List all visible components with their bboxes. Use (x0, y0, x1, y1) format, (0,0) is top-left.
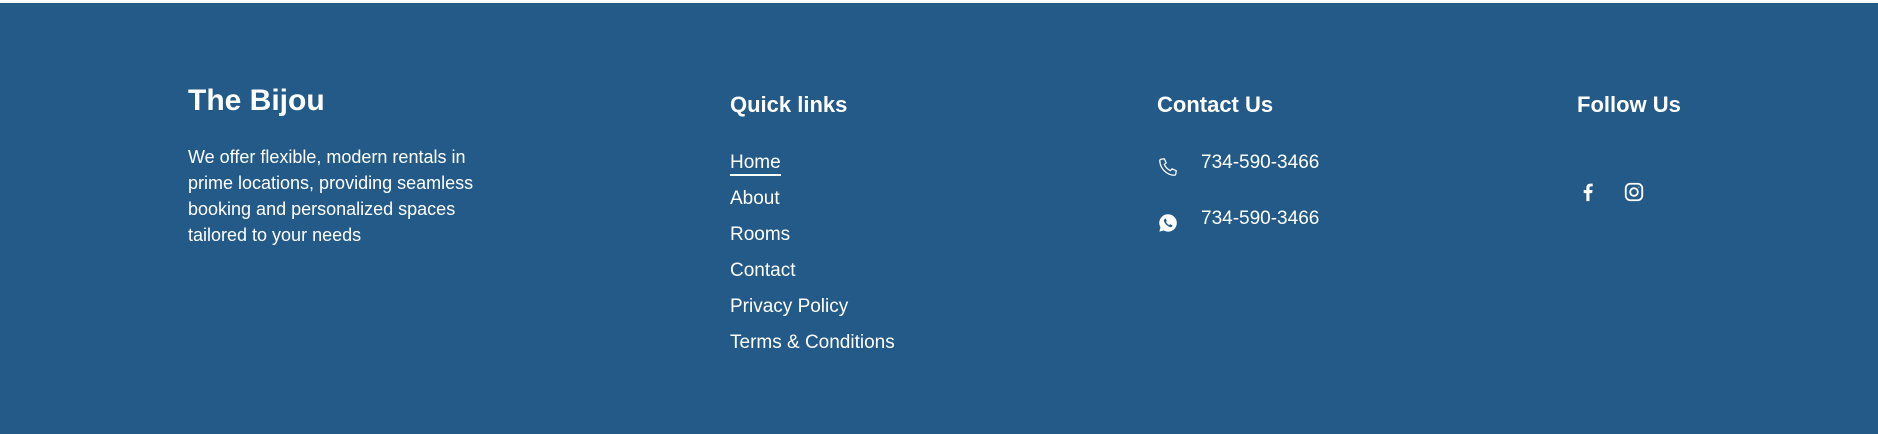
social-links (1577, 181, 1645, 203)
footer-link-privacy-policy[interactable]: Privacy Policy (730, 296, 848, 317)
whatsapp-icon (1157, 212, 1179, 234)
contact-phone-number[interactable]: 734-590-3466 (1201, 149, 1319, 177)
footer-link-home[interactable]: Home (730, 152, 781, 176)
site-footer: The Bijou We offer flexible, modern rent… (0, 3, 1878, 434)
list-item: Home (730, 149, 895, 185)
list-item: Privacy Policy (730, 293, 895, 329)
brand-title: The Bijou (188, 84, 325, 117)
footer-link-rooms[interactable]: Rooms (730, 224, 790, 245)
contact-heading: Contact Us (1157, 92, 1274, 117)
footer-link-terms-conditions[interactable]: Terms & Conditions (730, 332, 895, 353)
contact-whatsapp-row[interactable]: 734-590-3466 (1157, 204, 1319, 234)
follow-heading: Follow Us (1577, 92, 1681, 117)
quick-links-heading: Quick links (730, 92, 848, 117)
phone-icon (1157, 156, 1179, 178)
contact-whatsapp-number[interactable]: 734-590-3466 (1201, 205, 1319, 233)
list-item: About (730, 185, 895, 221)
facebook-icon[interactable] (1577, 181, 1599, 203)
footer-link-contact[interactable]: Contact (730, 260, 795, 281)
list-item: Rooms (730, 221, 895, 257)
brand-description: We offer flexible, modern rentals in pri… (188, 147, 474, 245)
list-item: Terms & Conditions (730, 329, 895, 365)
instagram-icon[interactable] (1623, 181, 1645, 203)
footer-link-about[interactable]: About (730, 188, 780, 209)
list-item: Contact (730, 257, 895, 293)
quick-links-list: Home About Rooms Contact Privacy Policy … (730, 149, 895, 365)
contact-phone-row[interactable]: 734-590-3466 (1157, 148, 1319, 178)
